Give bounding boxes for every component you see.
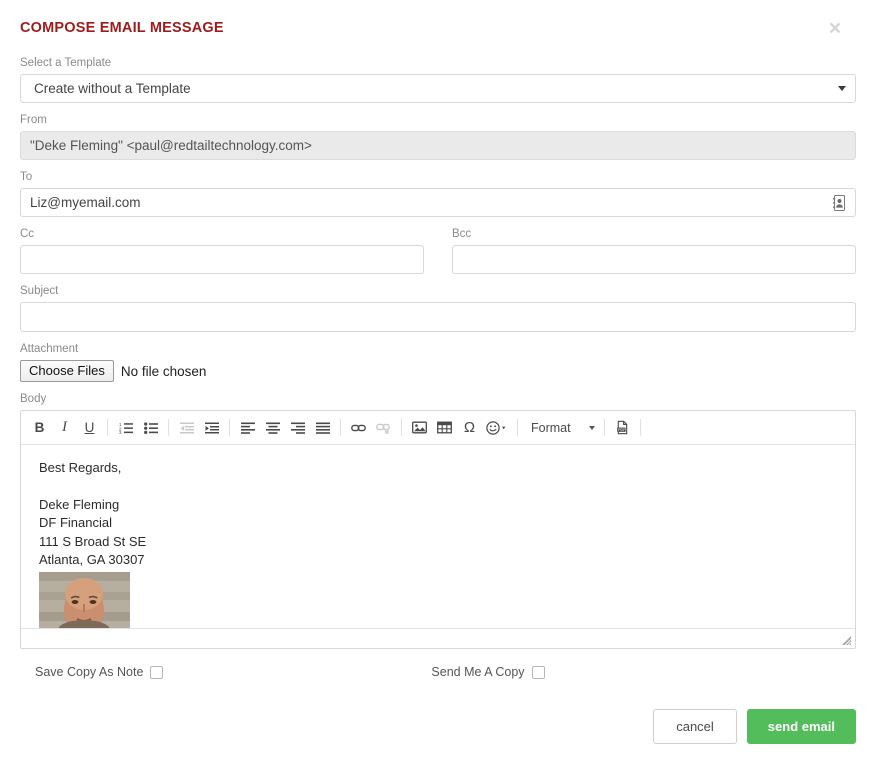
compose-email-dialog: COMPOSE EMAIL MESSAGE × Select a Templat… <box>0 0 876 773</box>
emoji-icon[interactable] <box>482 415 512 440</box>
toolbar-divider <box>340 419 341 436</box>
cc-field: Cc <box>20 227 424 274</box>
editor-toolbar: B I U 1 2 3 Ω Format PDF <box>21 411 855 445</box>
toolbar-divider <box>229 419 230 436</box>
underline-icon[interactable]: U <box>77 415 102 440</box>
align-center-icon[interactable] <box>260 415 285 440</box>
toolbar-divider <box>107 419 108 436</box>
body-blank-line <box>39 478 837 496</box>
send-email-button[interactable]: send email <box>746 709 856 744</box>
from-field: From "Deke Fleming" <paul@redtailtechnol… <box>20 113 856 160</box>
close-icon[interactable]: × <box>824 18 846 40</box>
address-book-icon[interactable] <box>829 192 850 213</box>
cancel-button[interactable]: cancel <box>653 709 737 744</box>
bold-icon[interactable]: B <box>27 415 52 440</box>
dialog-header: COMPOSE EMAIL MESSAGE × <box>20 0 856 56</box>
send-me-a-copy-group: Send Me A Copy <box>431 665 545 679</box>
rich-text-editor: B I U 1 2 3 Ω Format PDF Best Regards, D… <box>20 410 856 649</box>
editor-content[interactable]: Best Regards, Deke Fleming DF Financial … <box>21 445 855 628</box>
subject-field: Subject <box>20 284 856 332</box>
subject-input[interactable] <box>20 302 856 332</box>
resize-handle-icon[interactable] <box>841 635 852 646</box>
align-justify-icon[interactable] <box>310 415 335 440</box>
choose-files-button[interactable]: Choose Files <box>20 360 114 382</box>
page-title: COMPOSE EMAIL MESSAGE <box>20 20 224 36</box>
bulleted-list-icon[interactable] <box>138 415 163 440</box>
pdf-icon[interactable]: PDF <box>610 415 635 440</box>
attachment-status: No file chosen <box>120 363 207 379</box>
bcc-field: Bcc <box>452 227 856 274</box>
dialog-actions: cancel send email <box>20 709 856 744</box>
format-dropdown[interactable]: Format <box>523 415 599 440</box>
body-label: Body <box>20 393 47 405</box>
save-copy-as-note-checkbox[interactable] <box>150 665 164 679</box>
toolbar-divider <box>168 419 169 436</box>
special-character-icon[interactable]: Ω <box>457 415 482 440</box>
italic-icon[interactable]: I <box>52 415 77 440</box>
table-icon[interactable] <box>432 415 457 440</box>
image-icon[interactable] <box>407 415 432 440</box>
toolbar-divider <box>517 419 518 436</box>
body-field: Body B I U 1 2 3 Ω Format PDF Best Regar… <box>20 392 856 649</box>
bcc-label: Bcc <box>452 228 472 240</box>
indent-icon[interactable] <box>199 415 224 440</box>
toolbar-divider <box>604 419 605 436</box>
save-copy-as-note-label: Save Copy As Note <box>35 665 144 679</box>
template-select[interactable]: Create without a Template <box>20 74 856 103</box>
attachment-label: Attachment <box>20 343 79 355</box>
options-row: Save Copy As Note Send Me A Copy <box>20 665 856 679</box>
cc-label: Cc <box>20 228 35 240</box>
signature-photo <box>39 571 130 628</box>
save-copy-as-note-group: Save Copy As Note <box>35 665 164 679</box>
send-me-a-copy-label: Send Me A Copy <box>431 665 525 679</box>
body-line: Best Regards, <box>39 460 122 475</box>
cc-input[interactable] <box>20 245 424 274</box>
outdent-icon[interactable] <box>174 415 199 440</box>
to-input-wrap: Liz@myemail.com <box>20 188 856 217</box>
bcc-input[interactable] <box>452 245 856 274</box>
numbered-list-icon[interactable]: 1 2 3 <box>113 415 138 440</box>
toolbar-divider <box>401 419 402 436</box>
to-input[interactable]: Liz@myemail.com <box>20 188 856 217</box>
body-line: 111 S Broad St SE <box>39 533 147 549</box>
from-label: From <box>20 114 47 126</box>
attachment-field: Attachment Choose Files No file chosen <box>20 342 856 382</box>
align-left-icon[interactable] <box>235 415 260 440</box>
attachment-row: Choose Files No file chosen <box>20 360 856 382</box>
to-label: To <box>20 171 33 183</box>
align-right-icon[interactable] <box>285 415 310 440</box>
to-field: To Liz@myemail.com <box>20 170 856 217</box>
from-input: "Deke Fleming" <paul@redtailtechnology.c… <box>20 131 856 160</box>
template-field: Select a Template Create without a Templ… <box>20 56 856 103</box>
send-me-a-copy-checkbox[interactable] <box>531 665 545 679</box>
unlink-icon[interactable] <box>371 415 396 440</box>
cc-bcc-row: Cc Bcc <box>20 227 856 274</box>
svg-text:3: 3 <box>119 430 122 434</box>
body-line: Deke Fleming <box>39 496 120 512</box>
body-line: Atlanta, GA 30307 <box>39 552 145 567</box>
link-icon[interactable] <box>346 415 371 440</box>
template-label: Select a Template <box>20 57 112 69</box>
body-line: DF Financial <box>39 515 112 530</box>
toolbar-divider <box>640 419 641 436</box>
svg-text:PDF: PDF <box>618 428 626 432</box>
template-select-wrap: Create without a Template <box>20 74 856 103</box>
editor-footer <box>21 628 855 648</box>
chevron-down-icon <box>589 425 595 430</box>
format-dropdown-label: Format <box>531 420 571 435</box>
subject-label: Subject <box>20 285 59 297</box>
